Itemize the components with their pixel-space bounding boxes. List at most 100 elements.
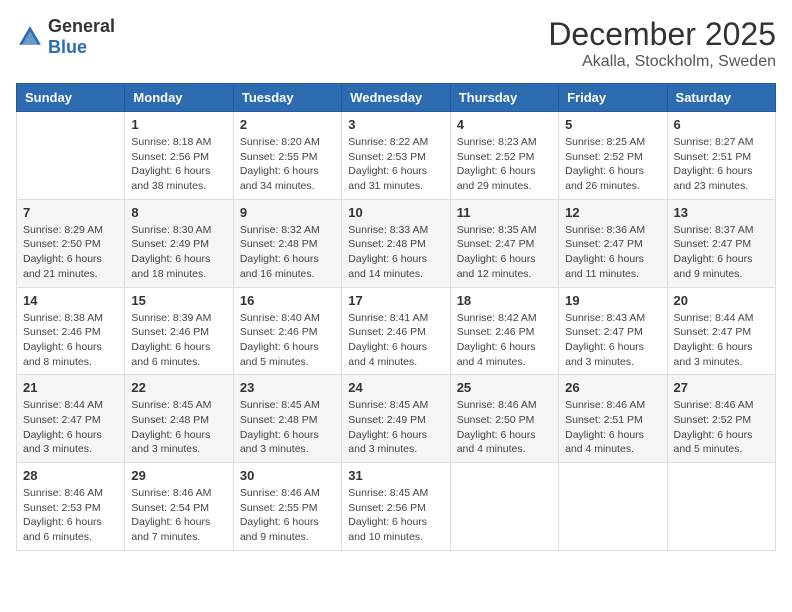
weekday-tuesday: Tuesday xyxy=(233,84,341,112)
day-number: 25 xyxy=(457,380,552,395)
calendar-cell: 8Sunrise: 8:30 AM Sunset: 2:49 PM Daylig… xyxy=(125,199,233,287)
day-info: Sunrise: 8:46 AM Sunset: 2:52 PM Dayligh… xyxy=(674,398,769,457)
calendar-cell: 18 Sunrise: 8:42 AM Sunset: 2:46 PM Dayli… xyxy=(450,287,558,375)
day-number: 16 xyxy=(240,293,335,308)
day-number: 24 xyxy=(348,380,443,395)
calendar-cell: 14 Sunrise: 8:38 AM Sunset: 2:46 PM Dayli… xyxy=(17,287,125,375)
calendar-table: SundayMondayTuesdayWednesdayThursdayFrid… xyxy=(16,83,776,551)
day-info: Sunrise: 8:46 AM Sunset: 2:54 PM Dayligh… xyxy=(131,486,226,545)
calendar-cell: 16Sunrise: 8:40 AM Sunset: 2:46 PM Dayli… xyxy=(233,287,341,375)
weekday-sunday: Sunday xyxy=(17,84,125,112)
day-info: Sunrise: 8:37 AM Sunset: 2:47 PM Dayligh… xyxy=(674,223,769,282)
calendar-cell: 21 Sunrise: 8:44 AM Sunset: 2:47 PM Dayli… xyxy=(17,375,125,463)
day-number: 6 xyxy=(674,117,769,132)
day-number: 3 xyxy=(348,117,443,132)
day-number: 15 xyxy=(131,293,226,308)
day-info: Sunrise: 8:41 AM Sunset: 2:46 PM Dayligh… xyxy=(348,311,443,370)
day-number: 22 xyxy=(131,380,226,395)
weekday-thursday: Thursday xyxy=(450,84,558,112)
day-number: 27 xyxy=(674,380,769,395)
day-number: 17 xyxy=(348,293,443,308)
day-number: 1 xyxy=(131,117,226,132)
week-row-2: 7 Sunrise: 8:29 AM Sunset: 2:50 PM Daylig… xyxy=(17,199,776,287)
day-info: Sunrise: 8:18 AM Sunset: 2:56 PM Dayligh… xyxy=(131,135,226,194)
day-number: 14 xyxy=(23,293,118,308)
week-row-1: 1 Sunrise: 8:18 AM Sunset: 2:56 PM Daylig… xyxy=(17,112,776,200)
day-number: 29 xyxy=(131,468,226,483)
calendar-cell: 23 Sunrise: 8:45 AM Sunset: 2:48 PM Dayli… xyxy=(233,375,341,463)
day-info: Sunrise: 8:42 AM Sunset: 2:46 PM Dayligh… xyxy=(457,311,552,370)
day-info: Sunrise: 8:27 AM Sunset: 2:51 PM Dayligh… xyxy=(674,135,769,194)
calendar-cell: 17 Sunrise: 8:41 AM Sunset: 2:46 PM Dayli… xyxy=(342,287,450,375)
weekday-friday: Friday xyxy=(559,84,667,112)
day-info: Sunrise: 8:46 AM Sunset: 2:55 PM Dayligh… xyxy=(240,486,335,545)
logo-icon xyxy=(16,23,44,51)
day-info: Sunrise: 8:44 AM Sunset: 2:47 PM Dayligh… xyxy=(674,311,769,370)
calendar-cell: 30 Sunrise: 8:46 AM Sunset: 2:55 PM Dayli… xyxy=(233,463,341,551)
calendar-cell: 15Sunrise: 8:39 AM Sunset: 2:46 PM Dayli… xyxy=(125,287,233,375)
day-number: 23 xyxy=(240,380,335,395)
weekday-saturday: Saturday xyxy=(667,84,775,112)
page-header: General Blue December 2025 Akalla, Stock… xyxy=(16,16,776,71)
day-info: Sunrise: 8:23 AM Sunset: 2:52 PM Dayligh… xyxy=(457,135,552,194)
day-info: Sunrise: 8:33 AM Sunset: 2:48 PM Dayligh… xyxy=(348,223,443,282)
day-info: Sunrise: 8:45 AM Sunset: 2:56 PM Dayligh… xyxy=(348,486,443,545)
day-info: Sunrise: 8:44 AM Sunset: 2:47 PM Dayligh… xyxy=(23,398,118,457)
calendar-cell: 20 Sunrise: 8:44 AM Sunset: 2:47 PM Dayli… xyxy=(667,287,775,375)
day-info: Sunrise: 8:46 AM Sunset: 2:53 PM Dayligh… xyxy=(23,486,118,545)
day-number: 13 xyxy=(674,205,769,220)
day-number: 30 xyxy=(240,468,335,483)
calendar-cell: 12Sunrise: 8:36 AM Sunset: 2:47 PM Dayli… xyxy=(559,199,667,287)
day-number: 28 xyxy=(23,468,118,483)
calendar-cell xyxy=(559,463,667,551)
day-info: Sunrise: 8:43 AM Sunset: 2:47 PM Dayligh… xyxy=(565,311,660,370)
day-info: Sunrise: 8:25 AM Sunset: 2:52 PM Dayligh… xyxy=(565,135,660,194)
day-number: 4 xyxy=(457,117,552,132)
day-info: Sunrise: 8:45 AM Sunset: 2:49 PM Dayligh… xyxy=(348,398,443,457)
calendar-cell: 22Sunrise: 8:45 AM Sunset: 2:48 PM Dayli… xyxy=(125,375,233,463)
day-number: 10 xyxy=(348,205,443,220)
day-info: Sunrise: 8:20 AM Sunset: 2:55 PM Dayligh… xyxy=(240,135,335,194)
calendar-cell: 9 Sunrise: 8:32 AM Sunset: 2:48 PM Daylig… xyxy=(233,199,341,287)
weekday-header-row: SundayMondayTuesdayWednesdayThursdayFrid… xyxy=(17,84,776,112)
calendar-cell: 1 Sunrise: 8:18 AM Sunset: 2:56 PM Daylig… xyxy=(125,112,233,200)
weekday-monday: Monday xyxy=(125,84,233,112)
day-info: Sunrise: 8:45 AM Sunset: 2:48 PM Dayligh… xyxy=(240,398,335,457)
calendar-cell xyxy=(17,112,125,200)
calendar-cell: 24 Sunrise: 8:45 AM Sunset: 2:49 PM Dayli… xyxy=(342,375,450,463)
logo-general: General xyxy=(48,16,115,36)
day-number: 5 xyxy=(565,117,660,132)
location-title: Akalla, Stockholm, Sweden xyxy=(548,53,776,71)
calendar-cell: 27 Sunrise: 8:46 AM Sunset: 2:52 PM Dayli… xyxy=(667,375,775,463)
day-info: Sunrise: 8:46 AM Sunset: 2:51 PM Dayligh… xyxy=(565,398,660,457)
day-number: 11 xyxy=(457,205,552,220)
day-number: 7 xyxy=(23,205,118,220)
week-row-5: 28 Sunrise: 8:46 AM Sunset: 2:53 PM Dayli… xyxy=(17,463,776,551)
calendar-cell: 31 Sunrise: 8:45 AM Sunset: 2:56 PM Dayli… xyxy=(342,463,450,551)
day-number: 26 xyxy=(565,380,660,395)
logo-blue: Blue xyxy=(48,37,87,57)
weekday-wednesday: Wednesday xyxy=(342,84,450,112)
day-info: Sunrise: 8:35 AM Sunset: 2:47 PM Dayligh… xyxy=(457,223,552,282)
month-title: December 2025 xyxy=(548,16,776,53)
calendar-cell: 3 Sunrise: 8:22 AM Sunset: 2:53 PM Daylig… xyxy=(342,112,450,200)
day-number: 8 xyxy=(131,205,226,220)
calendar-cell xyxy=(450,463,558,551)
title-block: December 2025 Akalla, Stockholm, Sweden xyxy=(548,16,776,71)
day-info: Sunrise: 8:29 AM Sunset: 2:50 PM Dayligh… xyxy=(23,223,118,282)
day-number: 9 xyxy=(240,205,335,220)
logo: General Blue xyxy=(16,16,115,58)
calendar-cell: 26 Sunrise: 8:46 AM Sunset: 2:51 PM Dayli… xyxy=(559,375,667,463)
day-info: Sunrise: 8:22 AM Sunset: 2:53 PM Dayligh… xyxy=(348,135,443,194)
calendar-cell: 7 Sunrise: 8:29 AM Sunset: 2:50 PM Daylig… xyxy=(17,199,125,287)
calendar-cell: 4 Sunrise: 8:23 AM Sunset: 2:52 PM Daylig… xyxy=(450,112,558,200)
week-row-3: 14 Sunrise: 8:38 AM Sunset: 2:46 PM Dayli… xyxy=(17,287,776,375)
day-number: 21 xyxy=(23,380,118,395)
calendar-cell: 10 Sunrise: 8:33 AM Sunset: 2:48 PM Dayli… xyxy=(342,199,450,287)
calendar-cell: 19Sunrise: 8:43 AM Sunset: 2:47 PM Dayli… xyxy=(559,287,667,375)
day-info: Sunrise: 8:32 AM Sunset: 2:48 PM Dayligh… xyxy=(240,223,335,282)
day-number: 18 xyxy=(457,293,552,308)
day-info: Sunrise: 8:38 AM Sunset: 2:46 PM Dayligh… xyxy=(23,311,118,370)
day-number: 31 xyxy=(348,468,443,483)
day-number: 20 xyxy=(674,293,769,308)
